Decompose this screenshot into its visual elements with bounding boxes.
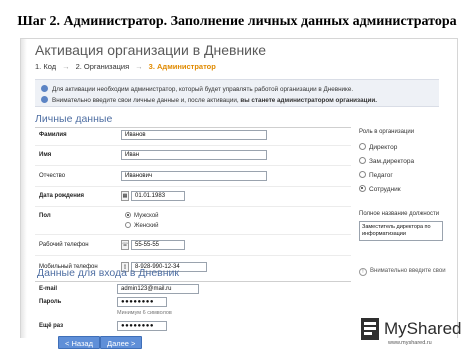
position-label: Полное название должности xyxy=(359,211,440,217)
page-title: Активация организации в Дневнике xyxy=(35,42,267,58)
info-line-1: Для активации необходим администратор, к… xyxy=(41,85,353,93)
row-divider xyxy=(35,145,351,146)
password-label: Пароль xyxy=(39,299,62,305)
phone-icon: ☏ xyxy=(121,240,129,250)
back-button[interactable]: < Назад xyxy=(58,336,100,349)
info-text-2: Внимательно введите свои личные данные и… xyxy=(52,97,239,104)
role-director-label: Директор xyxy=(369,144,398,151)
info-line-2: Внимательно введите свои личные данные и… xyxy=(41,96,377,104)
password-hint: Минимум 6 символов xyxy=(117,310,172,316)
activation-window: Активация организации в Дневнике 1. Код →… xyxy=(20,38,458,338)
patronymic-input[interactable]: Иванович xyxy=(121,171,267,181)
info-text-2-bold: вы станете администратором организации. xyxy=(240,97,377,104)
name-input[interactable]: Иван xyxy=(121,150,267,160)
work-phone-label: Рабочий телефон xyxy=(39,242,89,248)
role-deputy-label: Зам.директора xyxy=(369,158,415,165)
work-phone-input[interactable]: 55-55-55 xyxy=(131,240,185,250)
personal-data-heading: Личные данные xyxy=(35,113,113,125)
gender-male-label: Мужской xyxy=(134,213,159,219)
step-organization[interactable]: 2. Организация xyxy=(76,62,130,71)
steps-breadcrumb: 1. Код → 2. Организация → 3. Администратор xyxy=(35,62,218,71)
patronymic-label: Отчество xyxy=(39,173,66,179)
role-teacher-label: Педагог xyxy=(369,172,393,179)
brand-icon xyxy=(361,318,379,340)
gender-female-option[interactable]: Женский xyxy=(125,222,158,229)
brand-name: MyShared xyxy=(384,319,462,338)
repeat-password-label: Ещё раз xyxy=(39,323,64,329)
role-option-director[interactable]: Директор xyxy=(359,143,397,151)
email-input[interactable]: admin123@mail.ru xyxy=(117,284,199,294)
role-option-deputy[interactable]: Зам.директора xyxy=(359,157,414,165)
next-button[interactable]: Далее > xyxy=(100,336,143,349)
row-divider xyxy=(35,234,351,235)
brand-url: www.myshared.ru xyxy=(388,340,432,346)
password-input[interactable]: ●●●●●●●● xyxy=(117,297,167,307)
info-bullet-icon xyxy=(41,85,48,92)
step-separator: → xyxy=(135,62,143,71)
step-separator: → xyxy=(62,62,70,71)
personal-form: Фамилия Иванов Имя Иван Отчество Иванови… xyxy=(35,127,351,338)
warning-text: Внимательно введите свои xyxy=(370,268,446,274)
position-textarea[interactable]: Заместитель директора по информатизации xyxy=(359,221,443,241)
role-option-teacher[interactable]: Педагог xyxy=(359,171,393,179)
gender-female-label: Женский xyxy=(134,223,159,229)
info-text-1: Для активации необходим администратор, к… xyxy=(52,86,354,93)
step-administrator: 3. Администратор xyxy=(148,62,216,71)
brand-logo: MyShared www.myshared.ru xyxy=(358,313,470,349)
role-employee-label: Сотрудник xyxy=(369,186,401,193)
calendar-icon[interactable]: ▦ xyxy=(121,191,129,201)
radio-checked-icon[interactable] xyxy=(359,185,366,192)
role-heading: Роль в организации xyxy=(359,129,415,135)
login-data-heading: Данные для входа в Дневник xyxy=(37,267,179,279)
birthdate-input[interactable]: 01.01.1983 xyxy=(131,191,185,201)
radio-unchecked-icon[interactable] xyxy=(359,157,366,164)
step-code[interactable]: 1. Код xyxy=(35,62,56,71)
row-divider xyxy=(35,165,351,166)
surname-label: Фамилия xyxy=(39,132,67,138)
gender-male-option[interactable]: Мужской xyxy=(125,212,159,219)
frame-shadow xyxy=(21,39,27,338)
login-divider xyxy=(35,281,351,282)
row-divider xyxy=(35,206,351,207)
birthdate-label: Дата рождения xyxy=(39,193,85,199)
row-divider xyxy=(35,186,351,187)
row-divider xyxy=(35,255,351,256)
radio-unchecked-icon[interactable] xyxy=(125,222,131,228)
radio-checked-icon[interactable] xyxy=(125,212,131,218)
surname-input[interactable]: Иванов xyxy=(121,130,267,140)
warning-note: ! Внимательно введите свои xyxy=(359,268,446,276)
info-bullet-icon xyxy=(41,96,48,103)
slide-title: Шаг 2. Администратор. Заполнение личных … xyxy=(17,14,457,29)
email-label: E-mail xyxy=(39,286,58,292)
gender-label: Пол xyxy=(39,213,51,219)
repeat-password-input[interactable]: ●●●●●●●● xyxy=(117,321,167,331)
radio-unchecked-icon[interactable] xyxy=(359,143,366,150)
role-option-employee[interactable]: Сотрудник xyxy=(359,185,401,193)
warning-icon: ! xyxy=(359,268,367,276)
name-label: Имя xyxy=(39,152,52,158)
radio-unchecked-icon[interactable] xyxy=(359,171,366,178)
info-box: Для активации необходим администратор, к… xyxy=(35,79,439,107)
